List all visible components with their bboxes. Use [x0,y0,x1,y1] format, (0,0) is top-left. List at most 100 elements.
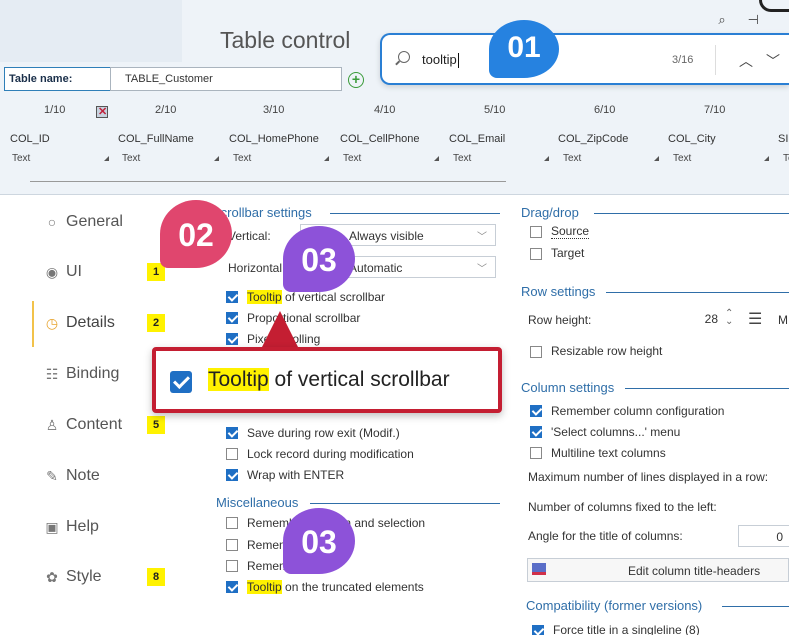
column-header-icon [532,563,546,575]
sidebar-item-style[interactable]: ✿ Style [44,568,101,586]
remember-sorts-checkbox[interactable] [226,560,238,572]
divider [330,213,500,214]
col-position: 4/10 [374,104,396,116]
divider [715,45,716,75]
select-columns-checkbox[interactable] [530,426,542,438]
multiline-checkbox[interactable] [530,447,542,459]
pixel-scrolling-checkbox[interactable] [226,333,238,345]
remember-position-checkbox[interactable] [226,517,238,529]
help-icon: ▣ [45,519,59,535]
resize-handle-icon[interactable] [654,156,659,161]
edit-column-headers-button[interactable]: Edit column title-headers [527,558,789,582]
resize-handle-icon[interactable] [544,156,549,161]
sidebar-item-content[interactable]: ♙ Content [44,416,122,434]
table-name-label: Table name: [4,67,111,91]
search-input[interactable]: tooltip [422,52,459,69]
section-title-columns: Column settings [521,380,615,395]
column-name[interactable]: COL_CellPhone [340,133,420,145]
sidebar-item-help[interactable]: ▣ Help [44,518,99,536]
column-name[interactable]: SI [778,133,788,145]
tooltip-truncated-label: Tooltip on the truncated elements [247,580,424,594]
column-name[interactable]: COL_ID [10,133,50,145]
unit-icon: M [778,313,788,327]
select-columns-label: 'Select columns...' menu [551,425,681,439]
resize-handle-icon[interactable] [764,156,769,161]
shortcut-badge: 8 [147,568,165,586]
column-name[interactable]: COL_ZipCode [558,133,628,145]
callout-checkbox [170,371,192,393]
angle-input[interactable]: 0 [738,525,789,547]
chevron-up-icon[interactable]: ︿ [739,51,753,71]
column-type: Text [233,153,252,164]
sidebar-item-binding[interactable]: ☷ Binding [44,365,120,383]
add-column-button[interactable]: + [348,72,364,88]
column-type: Text [122,153,141,164]
divider [310,503,500,504]
sidebar-item-ui[interactable]: ◉ UI [44,263,82,281]
column-name[interactable]: COL_Email [449,133,505,145]
chevron-down-icon[interactable]: ﹀ [766,51,780,71]
source-checkbox[interactable] [530,226,542,238]
callout-label: Tooltip of vertical scrollbar [208,368,450,391]
col-position: 7/10 [704,104,726,116]
column-name[interactable]: COL_HomePhone [229,133,319,145]
horizontal-label: Horizontal: [228,261,286,275]
resize-handle-icon[interactable] [324,156,329,161]
column-name[interactable]: COL_FullName [118,133,194,145]
page-title: Table control [220,27,351,53]
multiline-label: Multiline text columns [551,446,666,460]
pin-icon[interactable]: ⊣ [748,12,759,28]
wrap-enter-checkbox[interactable] [226,469,238,481]
lock-record-label: Lock record during modification [247,447,414,461]
remember-filters-checkbox[interactable] [226,539,238,551]
proportional-checkbox[interactable] [226,312,238,324]
angle-label: Angle for the title of columns: [528,529,683,543]
chevron-down-icon: ﹀ [477,264,487,275]
sidebar-item-details[interactable]: ◷ Details [44,314,115,332]
vertical-label: Vertical: [228,229,271,243]
save-row-exit-checkbox[interactable] [226,427,238,439]
remember-config-label: Remember column configuration [551,404,725,418]
column-name[interactable]: COL_City [668,133,716,145]
divider [625,388,789,389]
lock-record-checkbox[interactable] [226,448,238,460]
section-title-misc: Miscellaneous [216,495,299,510]
radio-icon: ○ [47,214,57,230]
divider [594,213,789,214]
resize-handle-icon[interactable] [214,156,219,161]
zoom-callout: Tooltip of vertical scrollbar [152,347,502,413]
sidebar-item-note[interactable]: ✎ Note [44,467,100,485]
tooltip-vertical-checkbox[interactable] [226,291,238,303]
force-title-checkbox[interactable] [532,625,544,635]
force-title-label: Force title in a singleline (8) [553,623,700,635]
divider [606,292,789,293]
search-box[interactable]: tooltip 3/16 ︿ ﹀ [380,33,789,85]
spinner-icon[interactable]: ⌃ ⌄ [725,309,733,327]
remember-config-checkbox[interactable] [530,405,542,417]
col-position: 5/10 [484,104,506,116]
menu-icon[interactable]: ☰ [748,309,762,329]
resize-handle-icon[interactable] [434,156,439,161]
resizable-row-checkbox[interactable] [530,346,542,358]
target-checkbox[interactable] [530,248,542,260]
table-name-input[interactable]: TABLE_Customer [110,67,342,91]
row-height-input[interactable]: 28 [664,308,724,332]
style-icon: ✿ [46,569,58,585]
delete-column-icon[interactable] [96,105,108,118]
row-height-label: Row height: [528,313,592,327]
window-controls: ⌕ ⊣ [718,12,759,28]
search-icon [398,51,410,63]
tooltip-truncated-checkbox[interactable] [226,581,238,593]
sidebar-item-general[interactable]: ○ General [44,213,123,231]
resize-handle-icon[interactable] [104,156,109,161]
column-type: Text [453,153,472,164]
search-window-icon[interactable]: ⌕ [718,12,725,28]
binding-icon: ☷ [45,366,59,382]
save-row-exit-label: Save during row exit (Modif.) [247,426,400,440]
col-position: 1/10 [44,104,66,116]
resizable-row-label: Resizable row height [551,344,663,358]
column-type: Text [563,153,582,164]
horizontal-scrollbar[interactable] [30,181,506,182]
callout-pointer [262,311,298,347]
section-title-row: Row settings [521,284,596,299]
